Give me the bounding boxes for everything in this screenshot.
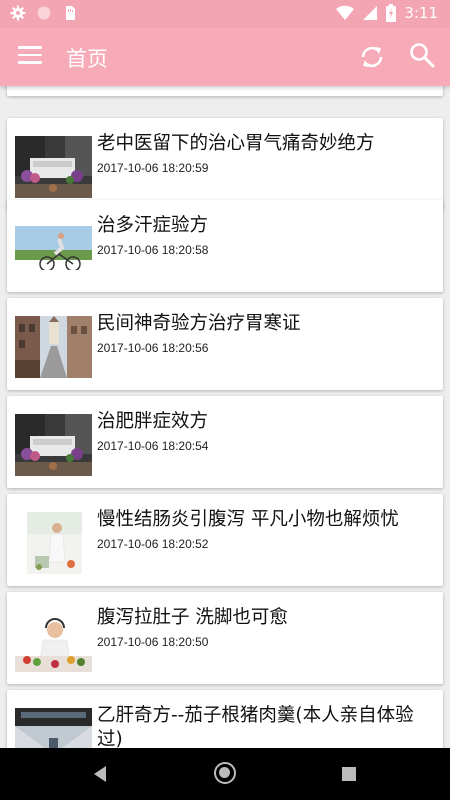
list-item[interactable]: 治肥胖症效方 2017-10-06 18:20:54 [7,396,443,488]
navigation-bar [0,748,450,800]
article-time: 2017-10-06 18:20:54 [97,439,209,453]
article-title: 腹泻拉肚子 洗脚也可愈 [97,607,288,628]
article-time: 2017-10-06 18:20:56 [97,341,209,355]
article-list[interactable]: 老中医留下的治心胃气痛奇妙绝方 2017-10-06 18:20:59 治多汗症… [0,86,450,748]
article-time: 2017-10-06 18:20:59 [97,161,209,175]
thumbnail-old-town-street [15,316,92,378]
thumbnail-train-station [15,708,92,748]
recents-icon[interactable] [342,767,356,781]
list-item[interactable]: 治多汗症验方 2017-10-06 18:20:58 [7,200,443,292]
list-item[interactable]: 腹泻拉肚子 洗脚也可愈 2017-10-06 18:20:50 [7,592,443,684]
list-item[interactable]: 乙肝奇方--茄子根猪肉羹(本人亲自体验过) [7,690,443,748]
article-time: 2017-10-06 18:20:58 [97,243,209,257]
thumbnail-bench-flowers [15,136,92,198]
sim-card-icon [66,6,75,20]
thumbnail-woman-kitchen [15,512,92,574]
back-icon[interactable] [92,765,108,783]
menu-icon[interactable] [18,46,42,66]
thumbnail-woman-bicycle [15,218,92,280]
app-bar: 首页 [0,28,450,86]
list-item[interactable]: 慢性结肠炎引腹泻 平凡小物也解烦忧 2017-10-06 18:20:52 [7,494,443,586]
wifi-icon [336,5,355,21]
signal-icon [363,6,378,20]
article-time: 2017-10-06 18:20:52 [97,537,209,551]
list-item[interactable]: 民间神奇验方治疗胃寒证 2017-10-06 18:20:56 [7,298,443,390]
article-title: 治肥胖症效方 [97,411,209,432]
gear-icon [10,5,26,21]
search-icon[interactable] [408,41,436,69]
status-time: 3:11 [404,4,438,22]
list-item[interactable]: 老中医留下的治心胃气痛奇妙绝方 2017-10-06 18:20:59 [7,118,443,210]
home-icon[interactable] [214,762,236,784]
thumbnail-bench-flowers [15,414,92,476]
page-title: 首页 [66,47,108,71]
article-title: 老中医留下的治心胃气痛奇妙绝方 [97,133,375,154]
article-title: 民间神奇验方治疗胃寒证 [97,313,301,334]
status-bar: 3:11 [0,0,450,28]
circle-icon [37,6,51,20]
article-title: 乙肝奇方--茄子根猪肉羹(本人亲自体验过) [97,705,414,748]
article-time: 2017-10-06 18:20:50 [97,635,209,649]
battery-icon [386,4,397,22]
refresh-icon[interactable] [358,43,386,71]
article-title: 慢性结肠炎引腹泻 平凡小物也解烦忧 [97,509,399,530]
article-title: 治多汗症验方 [97,215,209,236]
list-item-partial[interactable] [7,86,443,96]
thumbnail-woman-vegetables [15,610,92,672]
